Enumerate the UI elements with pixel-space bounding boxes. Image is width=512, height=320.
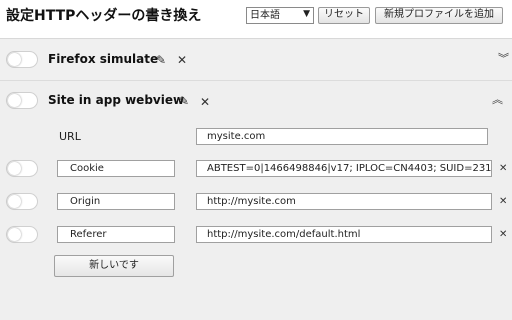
header-name-input[interactable]: Cookie xyxy=(57,160,175,177)
close-icon[interactable]: ✕ xyxy=(499,228,507,242)
profile-row-firefox: Firefox simulate ✎ ✕ ︾ xyxy=(0,40,512,81)
double-chevron-up-icon[interactable]: ︽ xyxy=(492,93,503,107)
url-label: URL xyxy=(59,130,81,143)
header-name-input[interactable]: Referer xyxy=(57,226,175,243)
header-value-input[interactable]: http://mysite.com/default.html xyxy=(196,226,492,243)
new-header-button[interactable]: 新しいです xyxy=(54,255,174,277)
profile-toggle[interactable] xyxy=(6,51,38,68)
url-input[interactable]: mysite.com xyxy=(196,128,488,145)
header-bar: 設定HTTPヘッダーの書き換え 日本語 ▼ リセット 新規プロファイルを追加 xyxy=(0,0,512,39)
dropdown-arrow-icon: ▼ xyxy=(303,9,310,19)
add-profile-button[interactable]: 新規プロファイルを追加 xyxy=(375,7,503,24)
language-value: 日本語 xyxy=(250,10,280,21)
language-select[interactable]: 日本語 ▼ xyxy=(246,7,314,24)
header-name-input[interactable]: Origin xyxy=(57,193,175,210)
pencil-icon[interactable]: ✎ xyxy=(156,53,166,67)
app-title: 設定HTTPヘッダーの書き換え xyxy=(6,8,202,24)
close-icon[interactable]: ✕ xyxy=(177,53,187,67)
close-icon[interactable]: ✕ xyxy=(200,95,210,109)
pencil-icon[interactable]: ✎ xyxy=(179,94,189,108)
header-toggle[interactable] xyxy=(6,160,38,177)
close-icon[interactable]: ✕ xyxy=(499,162,507,176)
profile-toggle[interactable] xyxy=(6,92,38,109)
profile-name[interactable]: Firefox simulate xyxy=(48,52,158,66)
header-value-input[interactable]: ABTEST=0|1466498846|v17; IPLOC=CN4403; S… xyxy=(196,160,492,177)
close-icon[interactable]: ✕ xyxy=(499,195,507,209)
reset-button[interactable]: リセット xyxy=(318,7,370,24)
header-toggle[interactable] xyxy=(6,193,38,210)
double-chevron-down-icon[interactable]: ︾ xyxy=(498,52,509,66)
header-value-input[interactable]: http://mysite.com xyxy=(196,193,492,210)
header-toggle[interactable] xyxy=(6,226,38,243)
profile-name[interactable]: Site in app webview xyxy=(48,93,184,107)
